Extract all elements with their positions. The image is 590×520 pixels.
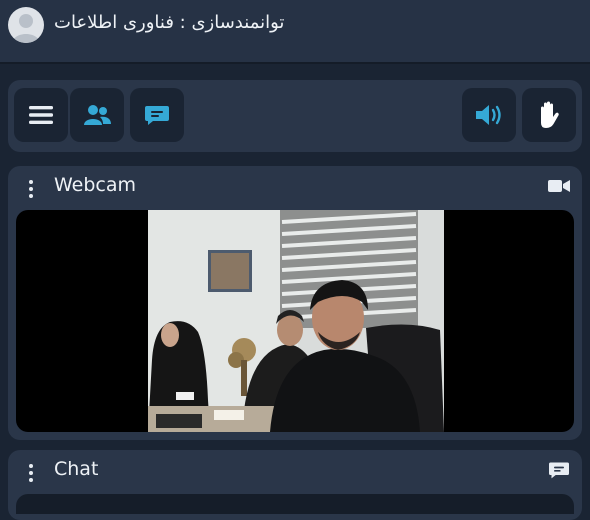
users-icon: [84, 105, 111, 125]
chat-button[interactable]: [130, 88, 184, 142]
webcam-options-icon[interactable]: [28, 180, 34, 200]
chat-panel-title: Chat: [54, 458, 99, 480]
webcam-panel: Webcam: [8, 166, 582, 440]
audio-button[interactable]: [462, 88, 516, 142]
top-bar: توانمندسازی : فناوری اطلاعات: [0, 0, 590, 64]
chat-messages-area[interactable]: [16, 494, 574, 514]
webcam-video[interactable]: [16, 210, 574, 432]
raise-hand-button[interactable]: [522, 88, 576, 142]
chat-bubble-icon[interactable]: [548, 460, 570, 480]
users-button[interactable]: [70, 88, 124, 142]
video-camera-icon[interactable]: [548, 178, 570, 194]
webcam-panel-title: Webcam: [54, 174, 137, 196]
avatar[interactable]: [8, 7, 44, 43]
page-title: توانمندسازی : فناوری اطلاعات: [54, 12, 285, 33]
hand-icon: [541, 101, 559, 128]
chat-bubble-icon: [145, 106, 169, 125]
webcam-video-frame: [148, 210, 444, 432]
hamburger-icon: [29, 106, 53, 124]
speaker-icon: [476, 105, 501, 125]
chat-panel: Chat: [8, 450, 582, 520]
menu-button[interactable]: [14, 88, 68, 142]
chat-options-icon[interactable]: [28, 464, 34, 484]
toolbar: [8, 80, 582, 152]
